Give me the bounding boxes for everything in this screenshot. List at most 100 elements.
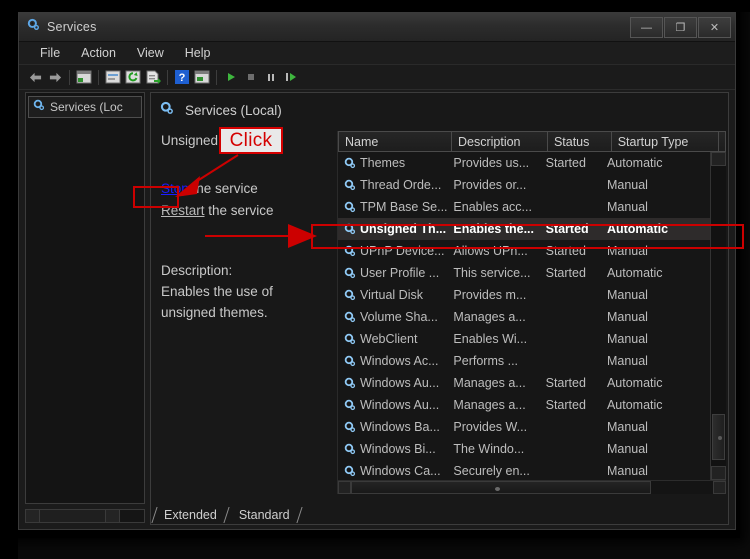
stop-suffix: the service [188, 181, 258, 196]
table-row[interactable]: TPM Base Se...Enables acc...ManualLo [338, 196, 710, 218]
column-header-name[interactable]: Name [338, 131, 452, 152]
toolbar-separator-3 [167, 69, 168, 85]
tree-scroll-left-button[interactable] [26, 510, 40, 522]
vertical-scroll-thumb[interactable] [712, 414, 725, 460]
pane-header: Services (Local) [151, 97, 728, 123]
table-row[interactable]: WebClientEnables Wi...ManualLo [338, 328, 710, 350]
services-gear-icon [344, 179, 356, 191]
selected-row-highlight-box [311, 224, 744, 249]
services-gear-icon [33, 98, 45, 116]
hscroll-track[interactable] [351, 481, 713, 494]
export-list-icon[interactable] [143, 68, 163, 87]
table-row[interactable]: Windows Au... Manages a... Started Automati… [338, 394, 710, 416]
table-row[interactable]: Volume Sha...Manages a...ManualLo [338, 306, 710, 328]
show-hide-console-tree-icon[interactable] [74, 68, 94, 87]
forward-icon[interactable] [45, 68, 65, 87]
scroll-up-button[interactable] [711, 152, 726, 166]
show-hide-action-pane-icon[interactable] [192, 68, 212, 87]
start-service-icon[interactable] [221, 68, 241, 87]
stop-service-icon[interactable] [241, 68, 261, 87]
cell-status: Started [545, 156, 586, 170]
tree-scroll-right-button[interactable] [105, 510, 119, 522]
service-name-label: Themes [360, 156, 406, 170]
close-button[interactable]: ✕ [698, 17, 731, 38]
services-list-view: Name Description Status Startup Type Lo … [337, 131, 727, 494]
menu-bar: File Action View Help [19, 42, 735, 65]
hscroll-thumb-grip [495, 487, 501, 491]
refresh-icon[interactable] [123, 68, 143, 87]
restart-service-icon[interactable] [281, 68, 301, 87]
menu-view[interactable]: View [128, 44, 173, 62]
menu-file[interactable]: File [31, 44, 69, 62]
table-row[interactable]: Windows Bi...The Windo...ManualLo [338, 438, 710, 460]
cell-description: Enables Wi... [453, 332, 528, 346]
services-gear-icon [344, 201, 356, 213]
scroll-down-button[interactable] [711, 466, 726, 480]
stop-link-highlight-box [133, 186, 179, 208]
table-row[interactable]: Windows Ac...Performs ...ManualLo [338, 350, 710, 372]
cell-name: TPM Base Se... [338, 200, 447, 214]
service-name-label: Windows Au... [360, 376, 440, 390]
minimize-button[interactable]: — [630, 17, 663, 38]
services-gear-icon [344, 355, 356, 367]
list-header-row: Name Description Status Startup Type Lo [338, 131, 727, 152]
cell-name: Windows Bi... [338, 442, 447, 456]
cell-startup-type: Manual [606, 178, 648, 192]
column-header-log-on-as[interactable]: Lo [719, 131, 727, 152]
action-restart-service[interactable]: Restart the service [161, 200, 336, 222]
tree-scroll-thumb[interactable] [40, 510, 105, 522]
service-name-label: Windows Au... [360, 398, 440, 412]
service-name-label: Volume Sha... [360, 310, 438, 324]
service-name-label: TPM Base Se... [360, 200, 448, 214]
action-stop-service[interactable]: Stop the service [161, 178, 336, 200]
tree-node-services-local[interactable]: Services (Loc [28, 96, 142, 118]
cell-name: Themes [338, 156, 447, 170]
menu-help[interactable]: Help [176, 44, 220, 62]
cell-description: Provides W... [453, 420, 528, 434]
back-icon[interactable] [25, 68, 45, 87]
window-controls: — ❐ ✕ [630, 17, 731, 38]
table-row[interactable]: ThemesProvides us...StartedAutomaticLo [338, 152, 710, 174]
tree-node-label: Services (Loc [50, 100, 123, 114]
services-gear-icon [344, 333, 356, 345]
table-row[interactable]: User Profile ... This service... Started Au… [338, 262, 710, 284]
services-gear-icon [344, 377, 356, 389]
column-header-description[interactable]: Description [451, 131, 548, 152]
maximize-button[interactable]: ❐ [664, 17, 697, 38]
help-icon[interactable]: ? [172, 68, 192, 87]
tab-extended[interactable]: Extended [151, 507, 230, 523]
cell-description: Manages a... [453, 376, 526, 390]
tab-standard[interactable]: Standard [227, 507, 303, 523]
service-detail-column: Unsigned T Stop the service Restart the … [161, 133, 336, 323]
services-gear-icon [344, 267, 356, 279]
list-vertical-scrollbar[interactable] [710, 152, 726, 480]
service-name-label: Thread Orde... [360, 178, 442, 192]
properties-icon[interactable] [103, 68, 123, 87]
view-tabs: Extended Standard [151, 503, 303, 523]
click-callout: Click [219, 127, 283, 154]
cell-startup-type: Manual [606, 200, 648, 214]
horizontal-scroll-thumb[interactable] [351, 481, 652, 494]
services-gear-icon [344, 311, 356, 323]
hscroll-left-button[interactable] [338, 481, 351, 494]
table-row[interactable]: Windows Ca...Securely en...ManualLo [338, 460, 710, 480]
table-row[interactable]: Virtual DiskProvides m...ManualLo [338, 284, 710, 306]
column-header-startup-type[interactable]: Startup Type [611, 131, 720, 152]
pause-service-icon[interactable] [261, 68, 281, 87]
cell-startup-type: Manual [606, 310, 648, 324]
tree-horizontal-scrollbar[interactable] [25, 509, 145, 523]
list-horizontal-scrollbar[interactable] [338, 480, 726, 494]
column-header-status[interactable]: Status [547, 131, 612, 152]
list-rows-container: ThemesProvides us...StartedAutomaticLoTh… [338, 152, 710, 480]
toolbar-separator-4 [216, 69, 217, 85]
cell-name: Thread Orde... [338, 178, 447, 192]
table-row[interactable]: Windows Au... Manages a... Started Automati… [338, 372, 710, 394]
scroll-thumb-grip [718, 436, 722, 440]
menu-action[interactable]: Action [72, 44, 125, 62]
hscroll-right-button[interactable] [713, 481, 726, 494]
table-row[interactable]: Windows Ba...Provides W...ManualLo [338, 416, 710, 438]
table-row[interactable]: Thread Orde...Provides or...ManualLo [338, 174, 710, 196]
services-gear-icon [27, 18, 40, 36]
cell-startup-type: Manual [606, 464, 648, 478]
window-title: Services [47, 20, 97, 34]
